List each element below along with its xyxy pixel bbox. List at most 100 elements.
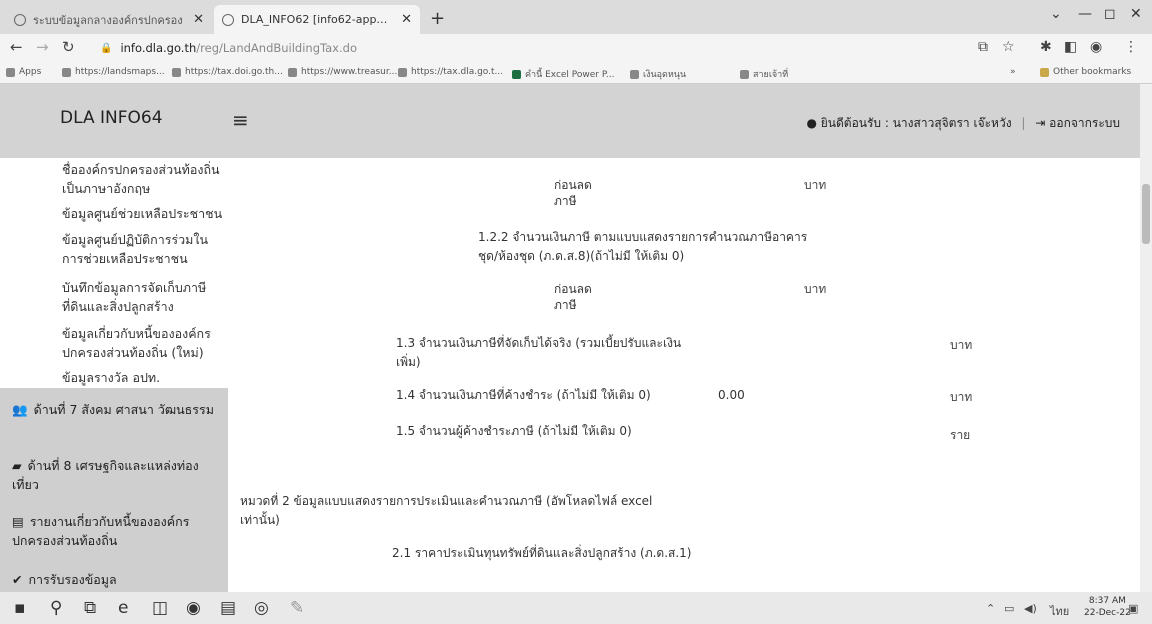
user-info: ● ยินดีต้อนรับ : นางสาวสุจิตรา เจ๊ะหวัง … (806, 114, 1120, 133)
logout-icon[interactable]: ⇥ (1035, 116, 1045, 130)
chrome-icon[interactable]: ◉ (186, 598, 201, 618)
taskbar: ▪ ⚲ ⧉ e ◫ ◉ ▤ ◎ ✎ ⌃ ▭ ◀) ไทย 8:37 AM 22-… (0, 592, 1152, 624)
item-1-3: 1.3 จำนวนเงินภาษีที่จัดเก็บได้จริง (รวมเ… (396, 336, 682, 369)
notifications-icon[interactable]: ▣ (1128, 602, 1138, 615)
bookmark-icon (740, 69, 749, 79)
divider: | (1021, 116, 1026, 130)
reload-icon[interactable]: ↻ (62, 38, 75, 56)
bookmark-item[interactable]: คำนี้ Excel Power P... (512, 67, 614, 81)
main-content: ก่อนลด ภาษี บาท 1.2.2 จำนวนเงินภาษี ตามแ… (228, 158, 1140, 592)
welcome-text: ยินดีต้อนรับ : นางสาวสุจิตรา เจ๊ะหวัง (820, 116, 1012, 130)
globe-icon (222, 13, 234, 26)
close-window-button[interactable]: ✕ (1130, 6, 1142, 22)
bookmark-item[interactable]: https://tax.dla.go.t... (398, 67, 503, 77)
back-icon[interactable]: ← (10, 38, 23, 56)
apps-icon (6, 67, 15, 77)
sidebar-item-debt-new[interactable]: ข้อมูลเกี่ยวกับหนี้ขององค์กรปกครองส่วนท้… (62, 324, 228, 362)
date: 22-Dec-22 (1084, 608, 1131, 618)
clock[interactable]: 8:37 AM 22-Dec-22 (1084, 595, 1131, 619)
bookmarks-overflow[interactable]: » (1010, 67, 1016, 77)
tax-label: ภาษี (554, 298, 577, 312)
tab-active[interactable]: DLA_INFO62 [info62-app05] ✕ (214, 5, 420, 34)
url-host: info.dla.go.th (120, 41, 197, 55)
new-tab-button[interactable]: + (430, 8, 445, 29)
sidebar-section-economy[interactable]: ▰ ด้านที่ 8 เศรษฐกิจและแหล่งท่องเที่ยว (0, 448, 228, 506)
bookmark-icon (398, 67, 407, 77)
lock-icon: 🔒 (100, 42, 113, 54)
sidebar-item-awards[interactable]: ข้อมูลรางวัล อปท. (62, 368, 228, 387)
card-icon: ▰ (12, 458, 22, 473)
file-explorer-icon[interactable]: ▤ (220, 598, 236, 618)
sidebar-item-english-name[interactable]: ชื่อองค์กรปกครองส่วนท้องถิ่นเป็นภาษาอังก… (62, 160, 228, 198)
bookmark-item[interactable]: เงินอุดหนุน (630, 67, 686, 81)
extensions-icon[interactable]: ✱ (1040, 39, 1052, 55)
item-2-1: 2.1 ราคาประเมินทุนทรัพย์ที่ดินและสิ่งปลู… (392, 546, 692, 560)
windows-start-icon[interactable]: ▪ (14, 598, 26, 618)
user-icon: ● (806, 116, 817, 130)
chevron-down-icon[interactable]: ⌄ (1050, 6, 1062, 22)
star-icon[interactable]: ☆ (1002, 39, 1015, 55)
brand-logo[interactable]: DLA INFO64 (60, 108, 163, 128)
close-icon[interactable]: ✕ (193, 12, 204, 27)
app-icon[interactable]: ◎ (254, 598, 269, 618)
report-icon: ▤ (12, 514, 24, 529)
category-2-heading: หมวดที่ 2 ข้อมูลแบบแสดงรายการประเมินและค… (240, 494, 653, 527)
bookmarks-bar: Apps https://landsmaps... https://tax.do… (0, 62, 1152, 84)
browser-toolbar: ← → ↻ 🔒 info.dla.go.th /reg/LandAndBuild… (0, 34, 1152, 62)
tab-title: DLA_INFO62 [info62-app05] (241, 13, 394, 26)
item-1-4: 1.4 จำนวนเงินภาษีที่ค้างชำระ (ถ้าไม่มี ใ… (396, 388, 651, 402)
menu-icon[interactable]: ⋮ (1124, 39, 1138, 55)
other-bookmarks[interactable]: Other bookmarks (1040, 67, 1131, 77)
search-icon[interactable]: ⚲ (50, 598, 62, 618)
tray-chevron-icon[interactable]: ⌃ (986, 602, 995, 615)
bookmark-icon (288, 67, 297, 77)
share-icon[interactable]: ⧉ (978, 39, 988, 55)
excel-icon (512, 69, 521, 79)
unit-person: ราย (950, 428, 971, 442)
logout-link[interactable]: ออกจากระบบ (1049, 116, 1120, 130)
address-bar[interactable]: 🔒 info.dla.go.th /reg/LandAndBuildingTax… (92, 37, 972, 59)
tab-inactive[interactable]: ระบบข้อมูลกลางองค์กรปกครอง ✕ (6, 5, 212, 34)
bookmark-apps[interactable]: Apps (6, 67, 41, 77)
sidebar-section-society[interactable]: 👥 ด้านที่ 7 สังคม ศาสนา วัฒนธรรม (0, 388, 228, 448)
bookmark-item[interactable]: https://www.treasur... (288, 67, 397, 77)
check-icon: ✔ (12, 572, 23, 587)
outstanding-tax-value[interactable]: 0.00 (718, 386, 745, 405)
tax-label: ภาษี (554, 194, 577, 208)
bookmark-icon (62, 67, 71, 77)
store-icon[interactable]: ◫ (152, 598, 168, 618)
page-scrollbar[interactable] (1140, 84, 1152, 592)
close-icon[interactable]: ✕ (401, 12, 412, 27)
item-1-2-2: 1.2.2 จำนวนเงินภาษี ตามแบบแสดงรายการคำนว… (478, 230, 808, 263)
volume-icon[interactable]: ◀) (1024, 602, 1037, 615)
maximize-button[interactable]: ◻ (1104, 6, 1116, 22)
sidebar-section-certify[interactable]: ✔ การรับรองข้อมูล (0, 564, 228, 592)
bookmark-item[interactable]: https://landsmaps... (62, 67, 165, 77)
task-view-icon[interactable]: ⧉ (84, 598, 96, 618)
bookmark-icon (630, 69, 639, 79)
network-icon[interactable]: ▭ (1004, 602, 1014, 615)
minimize-button[interactable]: — (1078, 6, 1092, 22)
sidebar: ชื่อองค์กรปกครองส่วนท้องถิ่นเป็นภาษาอังก… (0, 158, 228, 592)
sidebar-section-debt-report[interactable]: ▤ รายงานเกี่ยวกับหนี้ขององค์กรปกครองส่วนท… (0, 506, 228, 564)
sidebar-item-land-tax[interactable]: บันทึกข้อมูลการจัดเก็บภาษีที่ดินและสิ่งป… (62, 278, 228, 316)
sidebar-item-joint-operation[interactable]: ข้อมูลศูนย์ปฏิบัติการร่วมในการช่วยเหลือป… (62, 230, 228, 268)
url-path: /reg/LandAndBuildingTax.do (196, 41, 357, 55)
scrollbar-thumb[interactable] (1142, 184, 1150, 244)
bookmark-item[interactable]: https://tax.doi.go.th... (172, 67, 283, 77)
sidebar-item-help-center[interactable]: ข้อมูลศูนย์ช่วยเหลือประชาชน (62, 204, 228, 223)
tab-title: ระบบข้อมูลกลางองค์กรปกครอง (33, 13, 183, 27)
sidepanel-icon[interactable]: ◧ (1064, 39, 1077, 55)
bookmark-item[interactable]: สายเจ้าที่ (740, 67, 788, 81)
edge-icon[interactable]: e (118, 598, 128, 618)
language-indicator[interactable]: ไทย (1050, 602, 1069, 620)
app-header: DLA INFO64 ≡ ● ยินดีต้อนรับ : นางสาวสุจิ… (0, 84, 1142, 158)
profile-icon[interactable]: ◉ (1090, 39, 1102, 55)
forward-icon[interactable]: → (36, 38, 49, 56)
hamburger-menu-icon[interactable]: ≡ (232, 108, 249, 132)
bookmark-icon (172, 67, 181, 77)
browser-tabstrip: ระบบข้อมูลกลางองค์กรปกครอง ✕ DLA_INFO62 … (0, 0, 1152, 34)
pen-icon[interactable]: ✎ (290, 598, 304, 618)
globe-icon (14, 13, 26, 26)
item-1-5: 1.5 จำนวนผู้ค้างชำระภาษี (ถ้าไม่มี ให้เต… (396, 424, 632, 438)
